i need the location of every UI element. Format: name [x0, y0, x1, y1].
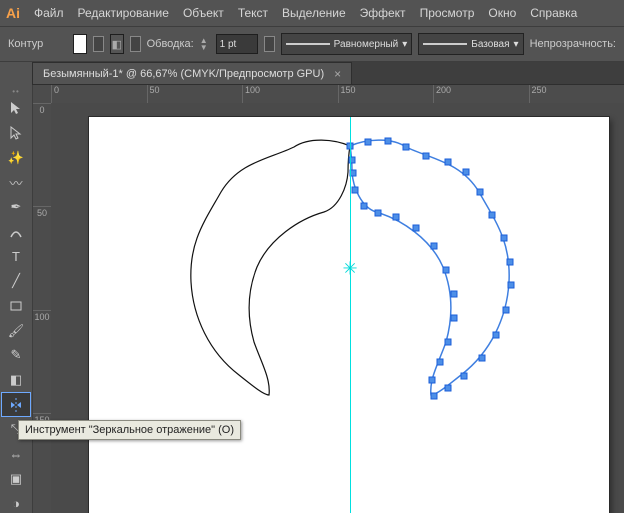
ruler-v-tick: 50 [33, 206, 51, 309]
menu-window[interactable]: Окно [488, 6, 516, 20]
left-shape-path[interactable] [191, 140, 350, 395]
shape-builder-tool[interactable]: ◑ [1, 491, 31, 513]
stroke-swatch[interactable] [110, 34, 124, 54]
paintbrush-tool[interactable]: 🖌 [1, 318, 31, 343]
canvas-area: 0 50 100 150 200 250 0 50 100 150 [33, 85, 624, 513]
ruler-v-tick: 100 [33, 310, 51, 413]
profile-label: Равномерный [334, 39, 399, 50]
pen-tool[interactable]: ✒ [1, 195, 31, 220]
stroke-weight-dropdown-icon[interactable] [264, 36, 275, 52]
ruler-h-tick: 0 [51, 85, 147, 103]
rectangle-tool[interactable] [1, 294, 31, 319]
direct-selection-tool[interactable] [1, 121, 31, 146]
stroke-label[interactable]: Обводка: [147, 38, 194, 50]
menu-help[interactable]: Справка [530, 6, 577, 20]
stroke-dropdown-icon[interactable] [130, 36, 141, 52]
artboard: ✳ [89, 117, 609, 513]
ruler-h-tick: 100 [242, 85, 338, 103]
menu-object[interactable]: Объект [183, 6, 224, 20]
brush-dropdown[interactable]: Базовая▾ [418, 33, 523, 55]
profile-dropdown[interactable]: Равномерный▾ [281, 33, 413, 55]
width-tool[interactable]: ⇔ [1, 442, 31, 467]
selection-tool[interactable] [1, 96, 31, 121]
fill-swatch[interactable] [73, 34, 87, 54]
document-tab[interactable]: Безымянный-1* @ 66,67% (CMYK/Предпросмот… [32, 62, 352, 84]
curvature-tool[interactable] [1, 220, 31, 245]
ruler-h-tick: 150 [338, 85, 434, 103]
horizontal-ruler[interactable]: 0 50 100 150 200 250 [51, 85, 624, 104]
menu-file[interactable]: Файл [34, 6, 64, 20]
ruler-h-tick: 50 [147, 85, 243, 103]
panel-grip[interactable]: •• [12, 87, 20, 96]
line-tool[interactable]: ╱ [1, 269, 31, 294]
menu-bar: Ai Файл Редактирование Объект Текст Выде… [0, 0, 624, 27]
ruler-h-tick: 250 [529, 85, 624, 103]
tool-tooltip: Инструмент "Зеркальное отражение" (O) [18, 420, 241, 440]
transform-origin-icon[interactable]: ✳ [342, 259, 357, 280]
canvas[interactable]: ✳ [51, 103, 624, 513]
anchor-points[interactable] [347, 138, 514, 399]
selection-type-label: Контур [8, 38, 43, 50]
menu-effect[interactable]: Эффект [360, 6, 406, 20]
ruler-v-tick: 0 [33, 103, 51, 206]
app-logo: Ai [6, 5, 20, 21]
ruler-h-tick: 200 [433, 85, 529, 103]
opacity-label[interactable]: Непрозрачность: [530, 38, 616, 50]
stroke-weight-input[interactable] [216, 34, 258, 54]
brush-label: Базовая [471, 39, 509, 50]
free-transform-tool[interactable]: ▣ [1, 467, 31, 492]
menu-select[interactable]: Выделение [282, 6, 346, 20]
vertical-guide[interactable] [350, 117, 351, 513]
fill-dropdown-icon[interactable] [93, 36, 104, 52]
document-tab-bar: Безымянный-1* @ 66,67% (CMYK/Предпросмот… [32, 62, 624, 85]
stroke-stepper[interactable]: ▲▼ [200, 37, 208, 51]
tool-panel: •• ✨ 〰 ✒ T ╱ 🖌 ✎ ◧ ⤡ ⇔ ▣ ◑ [0, 85, 33, 513]
lasso-tool[interactable]: 〰 [1, 170, 31, 195]
artwork-svg [89, 117, 609, 513]
magic-wand-tool[interactable]: ✨ [1, 145, 31, 170]
ruler-origin[interactable] [33, 85, 52, 104]
menu-type[interactable]: Текст [238, 6, 268, 20]
document-tab-title: Безымянный-1* @ 66,67% (CMYK/Предпросмот… [43, 68, 324, 80]
eraser-tool[interactable]: ◧ [1, 368, 31, 393]
menu-edit[interactable]: Редактирование [78, 6, 169, 20]
reflect-tool[interactable] [1, 392, 31, 417]
type-tool[interactable]: T [1, 244, 31, 269]
vertical-ruler[interactable]: 0 50 100 150 [33, 103, 52, 513]
menu-view[interactable]: Просмотр [420, 6, 475, 20]
control-bar: Контур Обводка: ▲▼ Равномерный▾ Базовая▾… [0, 27, 624, 62]
close-icon[interactable]: × [334, 67, 341, 81]
shaper-tool[interactable]: ✎ [1, 343, 31, 368]
